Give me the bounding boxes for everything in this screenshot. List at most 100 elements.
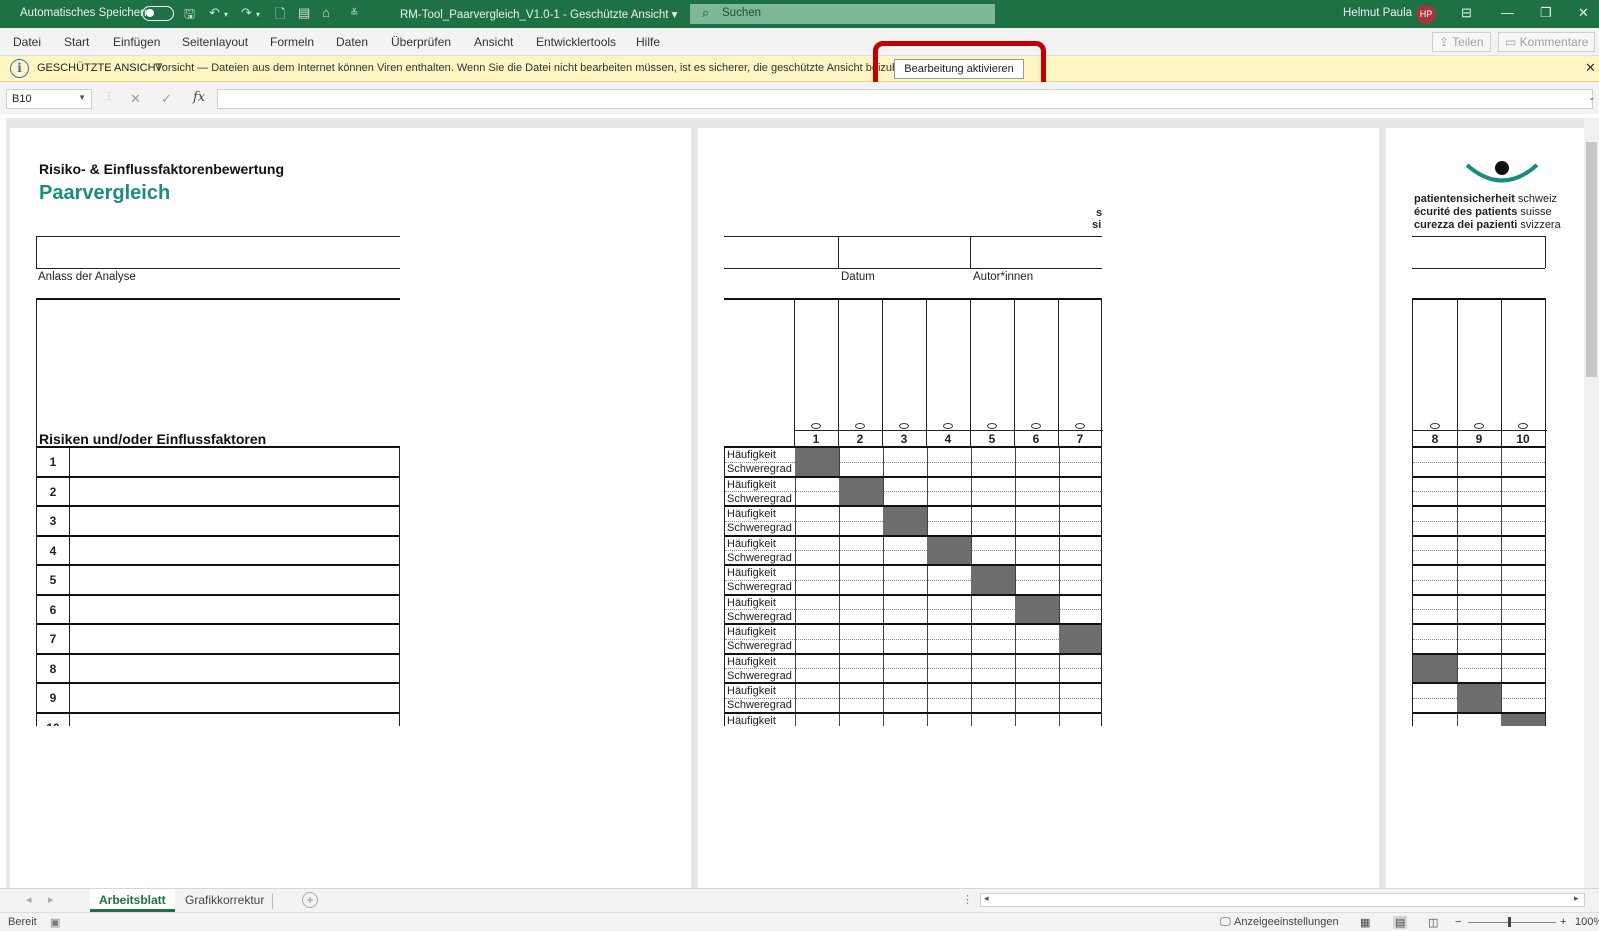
document-title[interactable]: RM-Tool_Paarvergleich_V1.0-1 - Geschützt…	[400, 7, 677, 21]
risk-row[interactable]: 1	[37, 448, 399, 478]
matrix-row[interactable]	[1413, 625, 1545, 655]
autosave-toggle[interactable]	[142, 6, 174, 21]
matrix-row[interactable]: HäufigkeitSchweregrad	[725, 566, 1101, 596]
zoom-in-icon[interactable]: +	[1560, 916, 1566, 928]
risk-row[interactable]: 7	[37, 625, 399, 655]
enter-icon[interactable]: ✓	[161, 91, 172, 107]
avatar[interactable]: HP	[1416, 5, 1436, 24]
sheet-tab-arbeitsblatt[interactable]: Arbeitsblatt	[90, 889, 175, 912]
zoom-out-icon[interactable]: −	[1455, 916, 1461, 928]
insert-function-icon[interactable]: fx	[193, 90, 205, 105]
matrix-row[interactable]: HäufigkeitSchweregrad	[725, 684, 1101, 714]
authors-input-cell[interactable]	[971, 237, 1101, 268]
risk-row[interactable]: 5	[37, 566, 399, 596]
tab-datei[interactable]: Datei	[13, 35, 41, 49]
display-settings-label[interactable]: Anzeigeeinstellungen	[1234, 916, 1339, 928]
logo-text: patientensicherheit schweiz écurité des …	[1414, 193, 1561, 231]
risk-row[interactable]: 3	[37, 507, 399, 537]
form-icon[interactable]: ▤	[298, 5, 310, 21]
matrix-row[interactable]: HäufigkeitSchweregrad	[725, 713, 1101, 726]
close-icon[interactable]: ✕	[1585, 60, 1596, 76]
risk-row[interactable]: 9	[37, 684, 399, 714]
save-icon[interactable]: 🖫	[184, 5, 195, 27]
comments-button[interactable]: ▭ Kommentare	[1498, 32, 1596, 52]
search-box[interactable]: ⌕ Suchen	[690, 4, 995, 24]
risk-row[interactable]: 4	[37, 536, 399, 566]
add-sheet-icon[interactable]: +	[302, 892, 318, 908]
undo-icon[interactable]: ↶	[209, 5, 220, 21]
matrix-row[interactable]	[1413, 684, 1545, 714]
matrix-row[interactable]	[1413, 566, 1545, 596]
page-layout-view-icon[interactable]: ▤	[1393, 916, 1408, 929]
protected-view-bar: i GESCHÜTZTE ANSICHT Vorsicht — Dateien …	[0, 56, 1599, 82]
option-icon	[1474, 423, 1484, 429]
ribbon-display-options-icon[interactable]: ⊟	[1461, 5, 1472, 21]
zoom-level[interactable]: 100%	[1575, 916, 1599, 928]
normal-view-icon[interactable]: ▦	[1360, 916, 1370, 929]
tab-ueberpruefen[interactable]: Überprüfen	[391, 35, 451, 49]
tab-daten[interactable]: Daten	[336, 35, 368, 49]
risk-row[interactable]: 2	[37, 477, 399, 507]
page-break-view-icon[interactable]: ◫	[1428, 916, 1438, 929]
tab-einfuegen[interactable]: Einfügen	[113, 35, 160, 49]
vertical-scrollbar[interactable]	[1584, 118, 1599, 888]
risk-row[interactable]: 10	[37, 713, 399, 726]
redo-dropdown-icon[interactable]: ▾	[256, 10, 260, 19]
matrix-row[interactable]	[1413, 448, 1545, 478]
macro-record-icon[interactable]: ▣	[50, 916, 60, 929]
matrix-row[interactable]	[1413, 507, 1545, 537]
matrix-row[interactable]: HäufigkeitSchweregrad	[725, 595, 1101, 625]
cancel-icon[interactable]: ✕	[130, 91, 141, 107]
more-options-icon[interactable]: ⋮	[104, 91, 114, 102]
risks-heading: Risiken und/oder Einflussfaktoren	[39, 431, 267, 447]
new-file-icon[interactable]: 🗋	[275, 5, 285, 27]
scroll-right-icon[interactable]: ▸	[1574, 893, 1579, 904]
splitter-icon[interactable]: ⋮	[962, 893, 973, 906]
matrix-row[interactable]	[1413, 477, 1545, 507]
restore-icon[interactable]: ❐	[1540, 5, 1552, 21]
tab-start[interactable]: Start	[64, 35, 89, 49]
customize-qat-icon[interactable]: ≚	[350, 8, 358, 19]
matrix-row[interactable]: HäufigkeitSchweregrad	[725, 654, 1101, 684]
tab-seitenlayout[interactable]: Seitenlayout	[182, 35, 248, 49]
display-settings-icon[interactable]: 🖵	[1220, 916, 1231, 929]
user-name[interactable]: Helmut Paula	[1343, 7, 1412, 19]
matrix-row[interactable]	[1413, 536, 1545, 566]
tab-hilfe[interactable]: Hilfe	[636, 35, 660, 49]
date-input-cell[interactable]	[839, 237, 969, 268]
tab-formeln[interactable]: Formeln	[270, 35, 314, 49]
risk-row[interactable]: 8	[37, 654, 399, 684]
close-window-icon[interactable]: ✕	[1578, 5, 1589, 21]
matrix-row[interactable]: HäufigkeitSchweregrad	[725, 507, 1101, 537]
redo-icon[interactable]: ↷	[241, 5, 252, 21]
tab-entwicklertools[interactable]: Entwicklertools	[536, 35, 616, 49]
severity-label: Schweregrad	[727, 551, 792, 564]
expand-formula-icon[interactable]: ⌄	[1588, 92, 1596, 103]
tab-ansicht[interactable]: Ansicht	[474, 35, 513, 49]
zoom-slider[interactable]	[1468, 922, 1556, 923]
matrix-row[interactable]	[1413, 595, 1545, 625]
frequency-label: Häufigkeit	[727, 626, 776, 638]
sheet-tab-grafikkorrektur[interactable]: Grafikkorrektur	[176, 889, 273, 912]
prev-sheet-icon[interactable]: ◂	[26, 893, 32, 906]
scroll-left-icon[interactable]: ◂	[984, 893, 989, 904]
zoom-slider-thumb[interactable]	[1508, 917, 1511, 927]
share-button[interactable]: ⇪ Teilen	[1432, 32, 1491, 52]
matrix-row[interactable]: HäufigkeitSchweregrad	[725, 448, 1101, 478]
matrix-row[interactable]: HäufigkeitSchweregrad	[725, 625, 1101, 655]
next-sheet-icon[interactable]: ▸	[48, 893, 54, 906]
formula-input[interactable]	[217, 89, 1593, 109]
minimize-icon[interactable]: —	[1501, 5, 1514, 20]
frequency-label: Häufigkeit	[727, 449, 776, 461]
matrix-row[interactable]	[1413, 713, 1545, 726]
chevron-down-icon[interactable]: ▼	[78, 93, 86, 102]
matrix-row[interactable]: HäufigkeitSchweregrad	[725, 477, 1101, 507]
name-box[interactable]: B10 ▼	[6, 89, 92, 109]
horizontal-scrollbar[interactable]: ◂ ▸	[980, 893, 1585, 907]
open-folder-icon[interactable]: ⌂	[322, 5, 330, 20]
risk-row[interactable]: 6	[37, 595, 399, 625]
occasion-input-cell[interactable]	[37, 237, 399, 268]
matrix-row[interactable]: HäufigkeitSchweregrad	[725, 536, 1101, 566]
matrix-row[interactable]	[1413, 654, 1545, 684]
undo-dropdown-icon[interactable]: ▾	[224, 10, 228, 19]
